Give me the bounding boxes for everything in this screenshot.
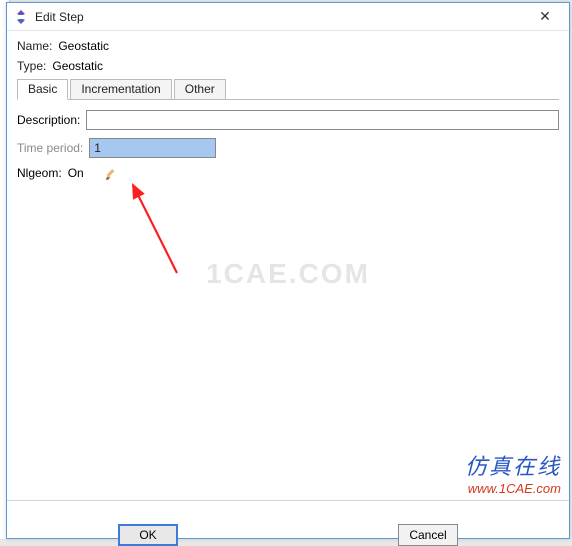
app-icon bbox=[13, 9, 29, 25]
name-value: Geostatic bbox=[58, 39, 109, 53]
window-title: Edit Step bbox=[35, 10, 525, 24]
nlgeom-label: Nlgeom: bbox=[17, 166, 62, 180]
description-input[interactable] bbox=[86, 110, 559, 130]
dialog-footer: OK Cancel bbox=[7, 500, 569, 538]
tab-label: Basic bbox=[28, 82, 57, 96]
tab-other[interactable]: Other bbox=[174, 79, 226, 99]
tab-bar: Basic Incrementation Other bbox=[17, 79, 559, 100]
watermark-text: 1CAE.COM bbox=[206, 258, 370, 290]
branding: 仿真在线 www.1CAE.com bbox=[465, 449, 561, 496]
type-row: Type: Geostatic bbox=[17, 59, 559, 73]
description-row: Description: bbox=[17, 110, 559, 130]
tab-basic[interactable]: Basic bbox=[17, 79, 68, 100]
time-period-row: Time period: bbox=[17, 138, 559, 158]
name-label: Name: bbox=[17, 39, 52, 53]
tab-label: Incrementation bbox=[81, 82, 160, 96]
tab-body-basic: Description: Time period: Nlgeom: On bbox=[17, 100, 559, 180]
cancel-button[interactable]: Cancel bbox=[398, 524, 458, 546]
dialog-content: Name: Geostatic Type: Geostatic Basic In… bbox=[7, 31, 569, 190]
edit-step-dialog: Edit Step ✕ Name: Geostatic Type: Geosta… bbox=[6, 2, 570, 539]
type-value: Geostatic bbox=[52, 59, 103, 73]
close-icon: ✕ bbox=[539, 8, 551, 25]
nlgeom-row: Nlgeom: On bbox=[17, 166, 559, 180]
branding-cn: 仿真在线 bbox=[465, 449, 561, 481]
edit-pencil-icon[interactable] bbox=[106, 166, 120, 180]
tab-incrementation[interactable]: Incrementation bbox=[70, 79, 171, 99]
name-row: Name: Geostatic bbox=[17, 39, 559, 53]
time-period-label: Time period: bbox=[17, 141, 83, 155]
ok-button[interactable]: OK bbox=[118, 524, 178, 546]
type-label: Type: bbox=[17, 59, 46, 73]
ok-button-label: OK bbox=[139, 528, 156, 542]
nlgeom-value: On bbox=[68, 166, 84, 180]
tab-label: Other bbox=[185, 82, 215, 96]
cancel-button-label: Cancel bbox=[409, 528, 446, 542]
close-button[interactable]: ✕ bbox=[525, 4, 565, 30]
description-label: Description: bbox=[17, 113, 80, 127]
branding-url: www.1CAE.com bbox=[465, 481, 561, 496]
time-period-input bbox=[89, 138, 216, 158]
titlebar: Edit Step ✕ bbox=[7, 3, 569, 31]
